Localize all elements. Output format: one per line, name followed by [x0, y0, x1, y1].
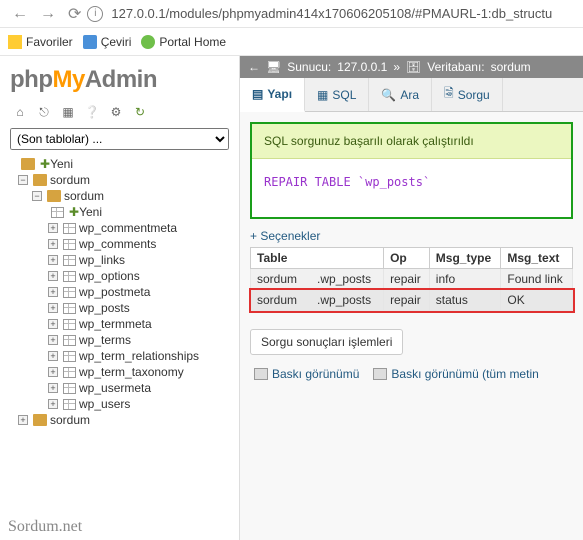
expand-icon[interactable]: +	[48, 239, 58, 249]
expand-icon[interactable]: +	[48, 319, 58, 329]
options-link[interactable]: + Seçenekler	[250, 229, 573, 243]
expand-icon[interactable]: +	[48, 223, 58, 233]
structure-icon: ▤	[252, 87, 263, 101]
tree-new-table[interactable]: ✚Yeni	[8, 204, 235, 220]
tree-db-sordum[interactable]: −sordum	[8, 172, 235, 188]
collapse-icon[interactable]: −	[32, 191, 42, 201]
results-ops-label: Sorgu sonuçları işlemleri	[250, 329, 403, 355]
recent-tables-select[interactable]: (Son tablolar) ...	[10, 128, 229, 150]
expand-icon[interactable]: +	[48, 255, 58, 265]
tree-table[interactable]: +wp_users	[8, 396, 235, 412]
logout-icon[interactable]: ⎋	[36, 104, 52, 120]
watermark: Sordum.net	[8, 518, 82, 536]
phpmyadmin-logo: phpMyAdmin	[4, 62, 235, 104]
bookmark-portal[interactable]: Portal Home	[141, 35, 226, 49]
tree-table[interactable]: +wp_options	[8, 268, 235, 284]
database-icon: 🗄	[406, 60, 421, 74]
portal-icon	[141, 35, 155, 49]
tree-table[interactable]: +wp_usermeta	[8, 380, 235, 396]
translate-icon	[83, 35, 97, 49]
tree-table[interactable]: +wp_postmeta	[8, 284, 235, 300]
reload-nav-icon[interactable]: ↻	[132, 104, 148, 120]
folder-icon	[8, 35, 22, 49]
tab-query[interactable]: 🗟Sorgu	[432, 78, 503, 111]
nav-left-icon[interactable]: ←	[248, 60, 260, 74]
printer-icon	[254, 368, 268, 380]
site-info-icon[interactable]: i	[87, 6, 103, 22]
th-msgtext[interactable]: Msg_text	[501, 248, 573, 269]
sql-icon[interactable]: ▦	[60, 104, 76, 120]
tree-table[interactable]: +wp_commentmeta	[8, 220, 235, 236]
docs-icon[interactable]: ❔	[84, 104, 100, 120]
expand-icon[interactable]: +	[48, 271, 58, 281]
query-icon: 🗟	[444, 84, 454, 105]
home-icon[interactable]: ⌂	[12, 104, 28, 120]
forward-button[interactable]: →	[34, 5, 62, 23]
db-tree: ✚Yeni −sordum −sordum ✚Yeni +wp_commentm…	[4, 156, 235, 428]
th-op[interactable]: Op	[384, 248, 430, 269]
tab-sql[interactable]: ▦SQL	[305, 78, 369, 111]
tree-db-sordum2[interactable]: +sordum	[8, 412, 235, 428]
sql-statement: REPAIR TABLE `wp_posts`	[252, 159, 571, 217]
tree-table[interactable]: +wp_posts	[8, 300, 235, 316]
tab-search[interactable]: 🔍Ara	[369, 78, 432, 111]
tab-structure[interactable]: ▤Yapı	[240, 78, 305, 112]
expand-icon[interactable]: +	[48, 383, 58, 393]
breadcrumb-db[interactable]: sordum	[491, 60, 531, 74]
result-row: sordum .wp_posts repair info Found link	[251, 269, 573, 290]
expand-icon[interactable]: +	[48, 287, 58, 297]
expand-icon[interactable]: +	[48, 367, 58, 377]
bookmark-favoriler[interactable]: Favoriler	[8, 35, 73, 49]
expand-icon[interactable]: +	[48, 303, 58, 313]
breadcrumb: ← 🖥 Sunucu: 127.0.0.1 » 🗄 Veritabanı: so…	[240, 56, 583, 78]
back-button[interactable]: ←	[6, 5, 34, 23]
th-msgtype[interactable]: Msg_type	[429, 248, 501, 269]
tree-table[interactable]: +wp_comments	[8, 236, 235, 252]
result-row-highlighted: sordum .wp_posts repair status OK	[251, 290, 573, 311]
result-table: Table Op Msg_type Msg_text sordum .wp_po…	[250, 247, 573, 311]
print-view-full-link[interactable]: Baskı görünümü (tüm metin	[373, 367, 538, 381]
print-view-link[interactable]: Baskı görünümü	[254, 367, 359, 381]
settings-icon[interactable]: ⚙	[108, 104, 124, 120]
tree-table[interactable]: +wp_term_relationships	[8, 348, 235, 364]
tree-table[interactable]: +wp_links	[8, 252, 235, 268]
expand-icon[interactable]: +	[18, 415, 28, 425]
expand-icon[interactable]: +	[48, 351, 58, 361]
sql-tab-icon: ▦	[317, 88, 328, 102]
bookmark-ceviri[interactable]: Çeviri	[83, 35, 132, 49]
tree-sub-sordum[interactable]: −sordum	[8, 188, 235, 204]
success-box: SQL sorgunuz başarılı olarak çalıştırıld…	[250, 122, 573, 219]
expand-icon[interactable]: +	[48, 399, 58, 409]
tree-table[interactable]: +wp_terms	[8, 332, 235, 348]
collapse-icon[interactable]: −	[18, 175, 28, 185]
reload-button[interactable]: ⟳	[62, 4, 87, 24]
tree-table[interactable]: +wp_term_taxonomy	[8, 364, 235, 380]
breadcrumb-server[interactable]: 127.0.0.1	[337, 60, 387, 74]
server-icon: 🖥	[266, 60, 281, 74]
success-message: SQL sorgunuz başarılı olarak çalıştırıld…	[252, 124, 571, 159]
tree-table[interactable]: +wp_termmeta	[8, 316, 235, 332]
printer-icon	[373, 368, 387, 380]
th-table[interactable]: Table	[251, 248, 384, 269]
search-icon: 🔍	[381, 88, 396, 102]
expand-icon[interactable]: +	[48, 335, 58, 345]
address-bar[interactable]: 127.0.0.1/modules/phpmyadmin414x17060620…	[111, 6, 552, 21]
tree-new-db[interactable]: ✚Yeni	[8, 156, 235, 172]
